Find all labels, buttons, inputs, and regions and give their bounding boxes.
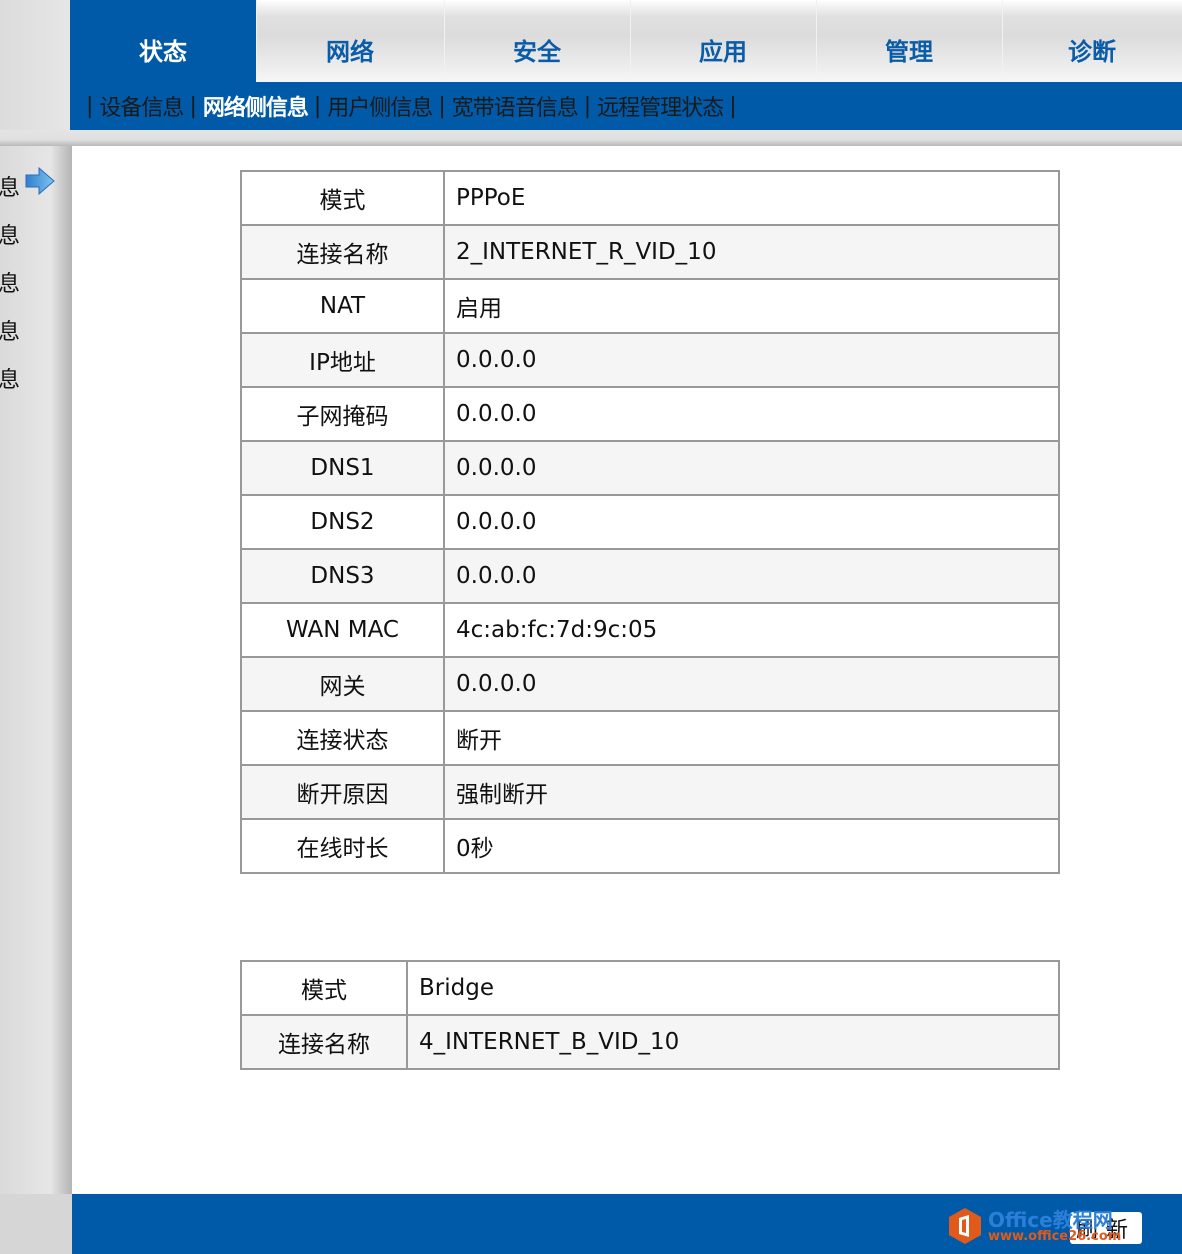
field-value: 强制断开 bbox=[443, 764, 1060, 820]
subnav-remote-management-status[interactable]: 远程管理状态 bbox=[597, 90, 724, 122]
tab-management[interactable]: 管理 bbox=[816, 0, 1002, 82]
content-panel: 模式 PPPoE 连接名称 2_INTERNET_R_VID_10 NAT 启用 IP地址 0… bbox=[72, 146, 1182, 1194]
field-label: WAN MAC bbox=[240, 602, 445, 658]
table-row: 模式 PPPoE bbox=[240, 170, 1060, 226]
table-row: 断开原因 强制断开 bbox=[240, 764, 1060, 820]
main-tabs: 状态 网络 安全 应用 管理 诊断 bbox=[70, 0, 1182, 82]
pppoe-connection-table: 模式 PPPoE 连接名称 2_INTERNET_R_VID_10 NAT 启用 IP地址 0… bbox=[240, 170, 1060, 874]
table-row: 网关 0.0.0.0 bbox=[240, 656, 1060, 712]
tab-label: 状态 bbox=[139, 37, 187, 66]
field-value: 2_INTERNET_R_VID_10 bbox=[443, 224, 1060, 280]
separator: | bbox=[438, 93, 446, 119]
field-value: 0.0.0.0 bbox=[443, 332, 1060, 388]
field-label: IP地址 bbox=[240, 332, 445, 388]
tab-network[interactable]: 网络 bbox=[256, 0, 444, 82]
field-label: DNS2 bbox=[240, 494, 445, 550]
field-label: 网关 bbox=[240, 656, 445, 712]
field-value: 0.0.0.0 bbox=[443, 386, 1060, 442]
arrow-right-icon bbox=[25, 167, 55, 195]
field-label: 子网掩码 bbox=[240, 386, 445, 442]
tab-diagnostics[interactable]: 诊断 bbox=[1002, 0, 1182, 82]
field-value: 4c:ab:fc:7d:9c:05 bbox=[443, 602, 1060, 658]
field-value: Bridge bbox=[406, 960, 1060, 1016]
bridge-connection-table: 模式 Bridge 连接名称 4_INTERNET_B_VID_10 bbox=[240, 960, 1060, 1070]
tab-label: 应用 bbox=[699, 37, 747, 66]
table-row: DNS2 0.0.0.0 bbox=[240, 494, 1060, 550]
sidebar-item-2[interactable]: 息 bbox=[0, 218, 20, 250]
watermark-url: www.office26.com bbox=[988, 1228, 1122, 1244]
field-label: 断开原因 bbox=[240, 764, 445, 820]
field-label: 连接名称 bbox=[240, 224, 445, 280]
field-label: 连接状态 bbox=[240, 710, 445, 766]
field-label: 模式 bbox=[240, 170, 445, 226]
field-label: DNS3 bbox=[240, 548, 445, 604]
table-row: DNS1 0.0.0.0 bbox=[240, 440, 1060, 496]
table-row: 子网掩码 0.0.0.0 bbox=[240, 386, 1060, 442]
field-value: PPPoE bbox=[443, 170, 1060, 226]
field-value: 断开 bbox=[443, 710, 1060, 766]
tab-security[interactable]: 安全 bbox=[444, 0, 630, 82]
subnav-user-side-info[interactable]: 用户侧信息 bbox=[327, 90, 433, 122]
tab-label: 管理 bbox=[885, 37, 933, 66]
separator: | bbox=[86, 93, 94, 119]
tab-label: 网络 bbox=[326, 37, 374, 66]
table-row: NAT 启用 bbox=[240, 278, 1060, 334]
sidebar: 息 息 息 息 息 bbox=[0, 146, 72, 1194]
field-label: 在线时长 bbox=[240, 818, 445, 874]
separator: | bbox=[583, 93, 592, 119]
subnav-network-side-info[interactable]: 网络侧信息 bbox=[203, 90, 309, 122]
office-logo-icon bbox=[949, 1208, 981, 1244]
table-row: 模式 Bridge bbox=[240, 960, 1060, 1016]
sidebar-item-4[interactable]: 息 bbox=[0, 314, 20, 346]
tab-status[interactable]: 状态 bbox=[70, 0, 256, 82]
field-value: 0.0.0.0 bbox=[443, 494, 1060, 550]
subnav-broadband-voice-info[interactable]: 宽带语音信息 bbox=[452, 90, 579, 122]
table-row: DNS3 0.0.0.0 bbox=[240, 548, 1060, 604]
field-value: 启用 bbox=[443, 278, 1060, 334]
watermark: Office教程网 www.office26.com bbox=[948, 1204, 1178, 1248]
top-left-filler bbox=[0, 0, 70, 130]
table-row: 连接名称 2_INTERNET_R_VID_10 bbox=[240, 224, 1060, 280]
sidebar-item-5[interactable]: 息 bbox=[0, 362, 20, 394]
footer-left-filler bbox=[0, 1194, 72, 1254]
table-row: 连接名称 4_INTERNET_B_VID_10 bbox=[240, 1014, 1060, 1070]
field-label: NAT bbox=[240, 278, 445, 334]
subnav-device-info[interactable]: 设备信息 bbox=[99, 90, 184, 122]
table-row: 在线时长 0秒 bbox=[240, 818, 1060, 874]
table-row: 连接状态 断开 bbox=[240, 710, 1060, 766]
field-value: 0.0.0.0 bbox=[443, 656, 1060, 712]
field-value: 0秒 bbox=[443, 818, 1060, 874]
tab-label: 安全 bbox=[513, 37, 561, 66]
sidebar-item-3[interactable]: 息 bbox=[0, 266, 20, 298]
tab-label: 诊断 bbox=[1068, 37, 1116, 66]
separator: | bbox=[189, 93, 197, 119]
watermark-title: Office教程网 bbox=[988, 1207, 1113, 1232]
tab-application[interactable]: 应用 bbox=[630, 0, 816, 82]
table-row: WAN MAC 4c:ab:fc:7d:9c:05 bbox=[240, 602, 1060, 658]
divider-band bbox=[0, 130, 1182, 146]
separator: | bbox=[313, 93, 322, 119]
sidebar-item-1[interactable]: 息 bbox=[0, 170, 20, 202]
field-label: 连接名称 bbox=[240, 1014, 408, 1070]
field-label: 模式 bbox=[240, 960, 408, 1016]
field-value: 0.0.0.0 bbox=[443, 548, 1060, 604]
field-value: 0.0.0.0 bbox=[443, 440, 1060, 496]
separator: | bbox=[729, 93, 737, 119]
table-row: IP地址 0.0.0.0 bbox=[240, 332, 1060, 388]
field-value: 4_INTERNET_B_VID_10 bbox=[406, 1014, 1060, 1070]
sub-navigation: | 设备信息 | 网络侧信息 | 用户侧信息 | 宽带语音信息 | 远程管理状态… bbox=[70, 82, 1182, 130]
field-label: DNS1 bbox=[240, 440, 445, 496]
